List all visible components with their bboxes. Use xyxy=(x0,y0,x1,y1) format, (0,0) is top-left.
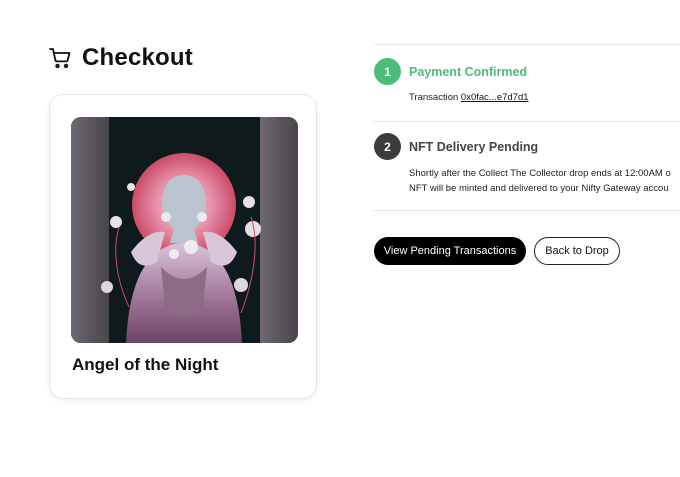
transaction-link[interactable]: 0x0fac...e7d7d1 xyxy=(461,92,529,103)
step-detail-line: NFT will be minted and delivered to your… xyxy=(409,183,669,194)
page-title: Checkout xyxy=(82,44,193,71)
action-buttons: View Pending Transactions Back to Drop xyxy=(374,237,620,265)
step-title: Payment Confirmed xyxy=(409,65,528,79)
view-pending-transactions-button[interactable]: View Pending Transactions xyxy=(374,237,526,265)
transaction-label: Transaction xyxy=(409,92,461,103)
page-header: Checkout xyxy=(48,44,193,72)
divider xyxy=(374,210,680,211)
nft-title: Angel of the Night xyxy=(72,355,219,374)
step-detail-line: Shortly after the Collect The Collector … xyxy=(409,168,671,179)
step-title: NFT Delivery Pending xyxy=(409,140,539,154)
nft-card: Angel of the Night xyxy=(49,94,317,399)
checkout-steps: 1 Payment Confirmed Transaction 0x0fac..… xyxy=(374,44,680,211)
step-payment-confirmed: 1 Payment Confirmed Transaction 0x0fac..… xyxy=(374,45,680,121)
shopping-cart-icon xyxy=(49,48,71,69)
step-detail: Transaction 0x0fac...e7d7d1 xyxy=(409,90,529,105)
back-to-drop-button[interactable]: Back to Drop xyxy=(534,237,620,265)
nft-artwork-image xyxy=(71,117,298,343)
step-detail: Shortly after the Collect The Collector … xyxy=(409,166,671,196)
step-nft-delivery-pending: 2 NFT Delivery Pending Shortly after the… xyxy=(374,122,680,210)
step-number-badge: 1 xyxy=(374,58,401,85)
step-number-badge: 2 xyxy=(374,133,401,160)
